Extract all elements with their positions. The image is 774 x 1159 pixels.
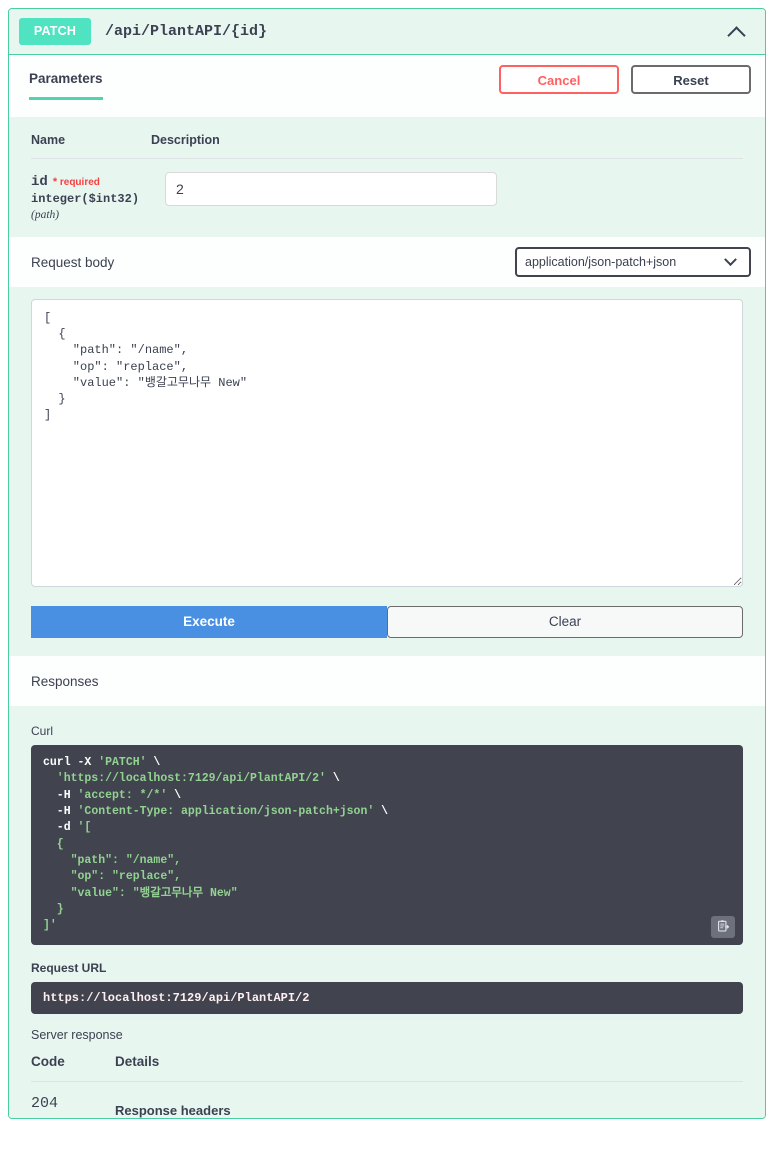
request-body-title: Request body [31,254,115,270]
opblock-patch: PATCH /api/PlantAPI/{id} Parameters Canc… [8,8,766,1119]
curl-contenttype-value: 'Content-Type: application/json-patch+js… [77,804,375,818]
column-name: Name [31,133,66,147]
request-url-label: Request URL [31,960,107,975]
parameter-row-id: id * required integer($int32) (path) [31,159,743,221]
parameters-tab-row: Parameters Cancel Reset [9,55,765,103]
parameter-actions: Cancel Reset [499,65,751,94]
request-body-editor-wrap: [ { "path": "/name", "op": "replace", "v… [9,287,765,606]
parameter-input-id[interactable] [165,172,497,206]
curl-contenttype-flag: -H [43,804,78,818]
responses-table-header: Code Details [31,1054,743,1082]
opblock-body: Parameters Cancel Reset Name Description… [9,55,765,1118]
request-body-textarea[interactable]: [ { "path": "/name", "op": "replace", "v… [31,299,743,587]
cancel-button[interactable]: Cancel [499,65,619,94]
parameters-table-header: Name Description [31,133,743,159]
response-code: 204 [31,1094,59,1112]
chevron-down-icon [724,252,737,266]
required-marker: * required [52,176,100,188]
http-method-badge: PATCH [19,18,91,45]
responses-bar: Responses [9,656,765,706]
curl-lineend-3: \ [167,788,182,802]
parameter-name-line: id * required [31,172,151,190]
clear-button[interactable]: Clear [387,606,743,638]
parameter-type: integer($int32) [31,192,140,206]
curl-data-open: '[ [77,821,92,835]
parameter-location: (path) [31,209,60,221]
opblock-summary[interactable]: PATCH /api/PlantAPI/{id} [9,9,765,55]
curl-url: 'https://localhost:7129/api/PlantAPI/2' [43,772,326,786]
tab-divider [9,103,765,117]
parameter-meta: id * required integer($int32) (path) [31,172,151,221]
curl-label: Curl [31,724,54,738]
spacer-curl-url [31,945,743,961]
request-url-value: https://localhost:7129/api/PlantAPI/2 [31,981,743,1014]
column-details: Details [115,1053,160,1069]
swagger-ui-page: PATCH /api/PlantAPI/{id} Parameters Canc… [0,0,774,1159]
curl-data-flag: -d [43,821,78,835]
reset-button[interactable]: Reset [631,65,751,94]
media-type-value: application/json-patch+json [525,255,677,269]
responses-body: Curl curl -X 'PATCH' \ 'https://localhos… [9,706,765,1118]
execute-button[interactable]: Execute [31,606,387,638]
operation-path: /api/PlantAPI/{id} [105,23,268,40]
curl-method: 'PATCH' [98,756,147,769]
curl-accept-flag: -H [43,788,78,802]
execute-row: Execute Clear [9,606,765,656]
curl-lineend-4: \ [374,804,389,818]
responses-title: Responses [31,673,99,689]
parameters-section: Name Description id * required integer($i… [9,117,765,225]
copy-to-clipboard-icon[interactable] [711,915,735,938]
column-description: Description [151,133,220,147]
server-response-label: Server response [31,1027,123,1042]
request-body-bar: Request body application/json-patch+json [9,237,765,287]
parameter-name: id [31,174,48,190]
required-star: * [52,176,58,188]
response-row-204: 204 Response headers [31,1082,743,1118]
response-headers-title: Response headers [115,1102,231,1118]
curl-lineend-1: \ [146,756,161,769]
media-type-select[interactable]: application/json-patch+json [515,247,751,277]
curl-lineend-2: \ [325,772,340,786]
required-label: required [59,177,100,188]
chevron-up-icon[interactable] [727,21,749,43]
spacer [9,225,765,237]
curl-data-body: { "path": "/name", "op": "replace", "val… [43,837,238,933]
curl-cmd: curl -X [43,756,99,769]
column-code: Code [31,1053,65,1069]
tab-parameters[interactable]: Parameters [29,71,103,100]
curl-code-block: curl -X 'PATCH' \ 'https://localhost:712… [31,745,743,945]
curl-accept-value: 'accept: */*' [77,788,168,802]
